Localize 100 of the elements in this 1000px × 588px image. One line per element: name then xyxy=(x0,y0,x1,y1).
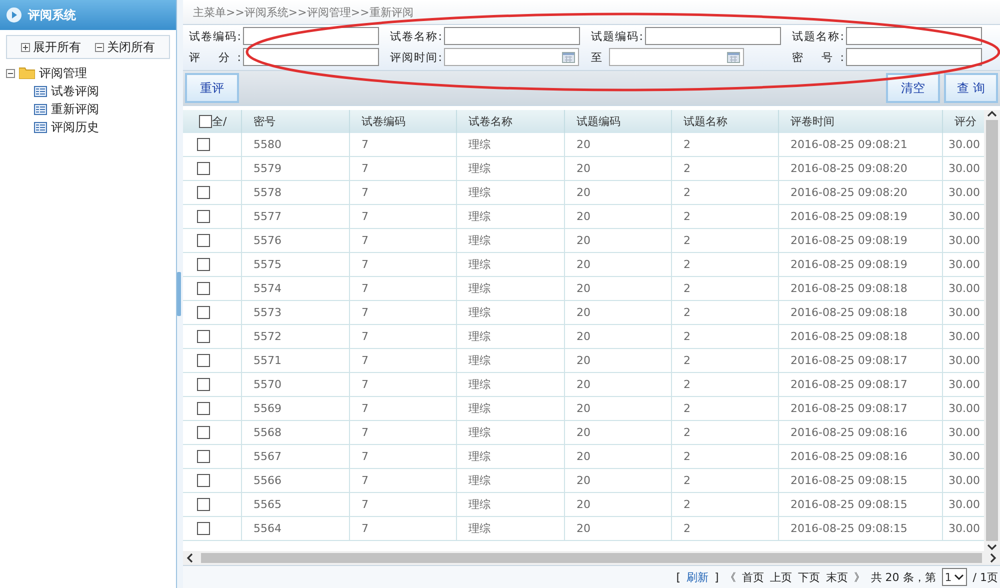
table-cell: 2 xyxy=(671,516,778,540)
page-select[interactable]: 1 xyxy=(942,568,967,586)
scroll-down-icon[interactable] xyxy=(987,543,997,551)
input-field[interactable] xyxy=(846,27,982,45)
table-cell: 5571 xyxy=(241,348,349,372)
table-cell: 理综 xyxy=(456,420,564,444)
table-cell: 7 xyxy=(349,133,456,156)
row-checkbox[interactable] xyxy=(197,282,210,296)
tree-action-button[interactable]: 展开所有 xyxy=(21,38,81,56)
table-cell: 20 xyxy=(564,444,671,468)
row-checkbox[interactable] xyxy=(197,354,210,368)
table-cell: 7 xyxy=(349,348,456,372)
table-cell: 20 xyxy=(564,372,671,396)
table-cell: 2016-08-25 09:08:15 xyxy=(778,516,942,540)
scroll-up-icon[interactable] xyxy=(987,110,997,118)
table-cell: 理综 xyxy=(456,444,564,468)
pager-link[interactable]: 下页 xyxy=(798,570,820,584)
row-checkbox[interactable] xyxy=(197,450,210,464)
record-count: 共 20 条，第 xyxy=(870,570,936,584)
search-button[interactable]: 查 询 xyxy=(944,73,998,103)
tree-item[interactable]: 试卷评阅 xyxy=(0,82,176,100)
row-checkbox[interactable] xyxy=(197,210,210,224)
row-checkbox[interactable] xyxy=(197,426,210,440)
table-cell: 5577 xyxy=(241,204,349,228)
field-label: 评 分: xyxy=(189,50,241,64)
pager-link[interactable]: 末页 xyxy=(826,570,848,584)
table-cell: 2 xyxy=(671,420,778,444)
tree-item[interactable]: 评阅历史 xyxy=(0,118,176,136)
table-cell: 2016-08-25 09:08:15 xyxy=(778,492,942,516)
row-checkbox[interactable] xyxy=(197,522,210,536)
collapse-icon[interactable] xyxy=(95,42,104,52)
table-cell: 2 xyxy=(671,133,778,156)
tree-item[interactable]: 重新评阅 xyxy=(0,100,176,118)
table-cell: 5579 xyxy=(241,156,349,180)
date-field[interactable] xyxy=(609,48,744,66)
table-cell: 理综 xyxy=(456,156,564,180)
pager-link[interactable]: 《 xyxy=(724,570,736,584)
table-cell: 5568 xyxy=(241,420,349,444)
input-field[interactable] xyxy=(846,48,982,66)
table-cell: 2016-08-25 09:08:21 xyxy=(778,133,942,156)
row-checkbox[interactable] xyxy=(197,306,210,320)
table-cell: 2016-08-25 09:08:16 xyxy=(778,444,942,468)
table-cell: 20 xyxy=(564,516,671,540)
splitter-handle[interactable] xyxy=(177,272,181,316)
collapse-icon[interactable] xyxy=(6,68,15,78)
tree-item[interactable]: 评阅管理 xyxy=(0,64,176,82)
pager-link[interactable]: 》 xyxy=(854,570,865,584)
refresh-link[interactable]: 刷新 xyxy=(686,570,708,584)
field-label: 试卷名称: xyxy=(390,28,442,44)
pager-link[interactable]: 上页 xyxy=(770,570,792,584)
table-cell: 理综 xyxy=(456,396,564,420)
input-field[interactable] xyxy=(243,27,379,45)
tree-action-button[interactable]: 关闭所有 xyxy=(95,38,155,56)
re-evaluate-button[interactable]: 重评 xyxy=(185,73,239,103)
table-cell: 2016-08-25 09:08:16 xyxy=(778,420,942,444)
expand-icon[interactable] xyxy=(21,42,30,52)
table-cell: 7 xyxy=(349,396,456,420)
row-checkbox[interactable] xyxy=(197,498,210,512)
row-checkbox[interactable] xyxy=(197,378,210,392)
table-cell: 理综 xyxy=(456,228,564,252)
table-cell: 2 xyxy=(671,324,778,348)
table-cell: 2016-08-25 09:08:18 xyxy=(778,300,942,324)
table-cell: 2 xyxy=(671,204,778,228)
table-cell: 7 xyxy=(349,468,456,492)
table-cell: 2016-08-25 09:08:17 xyxy=(778,396,942,420)
row-checkbox[interactable] xyxy=(197,186,210,200)
clear-button[interactable]: 清空 xyxy=(886,73,940,103)
row-checkbox[interactable] xyxy=(197,330,210,344)
table-cell: 2016-08-25 09:08:20 xyxy=(778,180,942,204)
page-count: / 1页 xyxy=(972,570,998,584)
table-cell: 2 xyxy=(671,156,778,180)
table-cell: 20 xyxy=(564,204,671,228)
table-cell: 7 xyxy=(349,492,456,516)
input-field[interactable] xyxy=(243,48,379,66)
select-all-header[interactable]: 全/ xyxy=(183,110,241,133)
table-cell: 2 xyxy=(671,468,778,492)
date-field[interactable] xyxy=(444,48,579,66)
row-checkbox[interactable] xyxy=(197,474,210,488)
table-cell: 20 xyxy=(564,180,671,204)
table-cell: 7 xyxy=(349,156,456,180)
table-cell: 2016-08-25 09:08:15 xyxy=(778,468,942,492)
row-checkbox[interactable] xyxy=(197,138,210,152)
vertical-scrollbar[interactable] xyxy=(984,110,1000,551)
pager-link[interactable]: 首页 xyxy=(742,570,764,584)
table-cell: 5580 xyxy=(241,133,349,156)
row-checkbox[interactable] xyxy=(197,162,210,176)
horizontal-scrollbar[interactable] xyxy=(183,551,1000,565)
row-checkbox[interactable] xyxy=(197,258,210,272)
row-checkbox[interactable] xyxy=(197,234,210,248)
input-field[interactable] xyxy=(645,27,781,45)
table-cell: 理综 xyxy=(456,252,564,276)
table-cell: 5566 xyxy=(241,468,349,492)
table-cell: 5575 xyxy=(241,252,349,276)
table-cell: 2 xyxy=(671,180,778,204)
play-icon xyxy=(6,7,22,23)
table-cell: 20 xyxy=(564,420,671,444)
table-cell: 2 xyxy=(671,492,778,516)
table-cell: 20 xyxy=(564,396,671,420)
input-field[interactable] xyxy=(444,27,580,45)
row-checkbox[interactable] xyxy=(197,402,210,416)
